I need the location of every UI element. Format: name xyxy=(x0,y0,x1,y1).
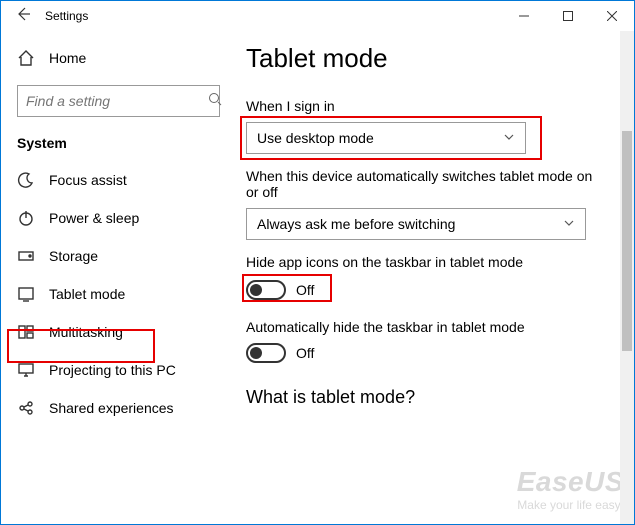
share-icon xyxy=(17,399,35,417)
nav-label: Storage xyxy=(49,248,98,264)
signin-dropdown[interactable]: Use desktop mode xyxy=(246,122,526,154)
window-body: Home System Focus assist Power & sleep S… xyxy=(1,31,634,524)
nav-power-sleep[interactable]: Power & sleep xyxy=(1,199,236,237)
maximize-button[interactable] xyxy=(546,1,590,31)
what-is-heading: What is tablet mode? xyxy=(246,387,630,408)
close-button[interactable] xyxy=(590,1,634,31)
nav-label: Projecting to this PC xyxy=(49,362,176,378)
nav-focus-assist[interactable]: Focus assist xyxy=(1,161,236,199)
search-input[interactable] xyxy=(26,93,208,109)
hideicons-state: Off xyxy=(296,282,314,298)
watermark-tagline: Make your life easy! xyxy=(517,498,624,512)
nav-home-label: Home xyxy=(49,50,86,66)
autoswitch-dropdown[interactable]: Always ask me before switching xyxy=(246,208,586,240)
nav-storage[interactable]: Storage xyxy=(1,237,236,275)
watermark-brand: EaseUS xyxy=(517,466,624,498)
watermark: EaseUS Make your life easy! xyxy=(517,466,624,512)
minimize-button[interactable] xyxy=(502,1,546,31)
nav-tablet-mode[interactable]: Tablet mode xyxy=(1,275,236,313)
power-icon xyxy=(17,209,35,227)
page-heading: Tablet mode xyxy=(246,43,630,74)
projecting-icon xyxy=(17,361,35,379)
settings-window: Settings Home System Focus assist xyxy=(0,0,635,525)
multitasking-icon xyxy=(17,323,35,341)
moon-icon xyxy=(17,171,35,189)
nav-label: Multitasking xyxy=(49,324,123,340)
content-pane: Tablet mode When I sign in Use desktop m… xyxy=(236,31,634,524)
nav-shared-experiences[interactable]: Shared experiences xyxy=(1,389,236,427)
back-button[interactable] xyxy=(1,6,45,27)
nav-home[interactable]: Home xyxy=(1,39,236,77)
nav-multitasking[interactable]: Multitasking xyxy=(1,313,236,351)
chevron-down-icon xyxy=(503,130,515,146)
window-title: Settings xyxy=(45,9,88,23)
scrollbar-thumb[interactable] xyxy=(622,131,632,351)
sidebar-group-header: System xyxy=(1,129,236,161)
scrollbar[interactable] xyxy=(620,31,634,524)
autoswitch-label: When this device automatically switches … xyxy=(246,168,606,200)
nav-label: Tablet mode xyxy=(49,286,125,302)
autohide-state: Off xyxy=(296,345,314,361)
chevron-down-icon xyxy=(563,216,575,232)
search-box[interactable] xyxy=(17,85,220,117)
sidebar: Home System Focus assist Power & sleep S… xyxy=(1,31,236,524)
autohide-label: Automatically hide the taskbar in tablet… xyxy=(246,319,630,335)
nav-label: Focus assist xyxy=(49,172,127,188)
hideicons-toggle[interactable] xyxy=(246,280,286,300)
storage-icon xyxy=(17,247,35,265)
hideicons-label: Hide app icons on the taskbar in tablet … xyxy=(246,254,630,270)
tablet-icon xyxy=(17,285,35,303)
autoswitch-value: Always ask me before switching xyxy=(257,216,455,232)
nav-projecting[interactable]: Projecting to this PC xyxy=(1,351,236,389)
nav-label: Shared experiences xyxy=(49,400,174,416)
autohide-toggle[interactable] xyxy=(246,343,286,363)
search-icon xyxy=(208,92,222,111)
title-bar: Settings xyxy=(1,1,634,31)
signin-value: Use desktop mode xyxy=(257,130,374,146)
nav-label: Power & sleep xyxy=(49,210,139,226)
home-icon xyxy=(17,49,35,67)
signin-label: When I sign in xyxy=(246,98,630,114)
